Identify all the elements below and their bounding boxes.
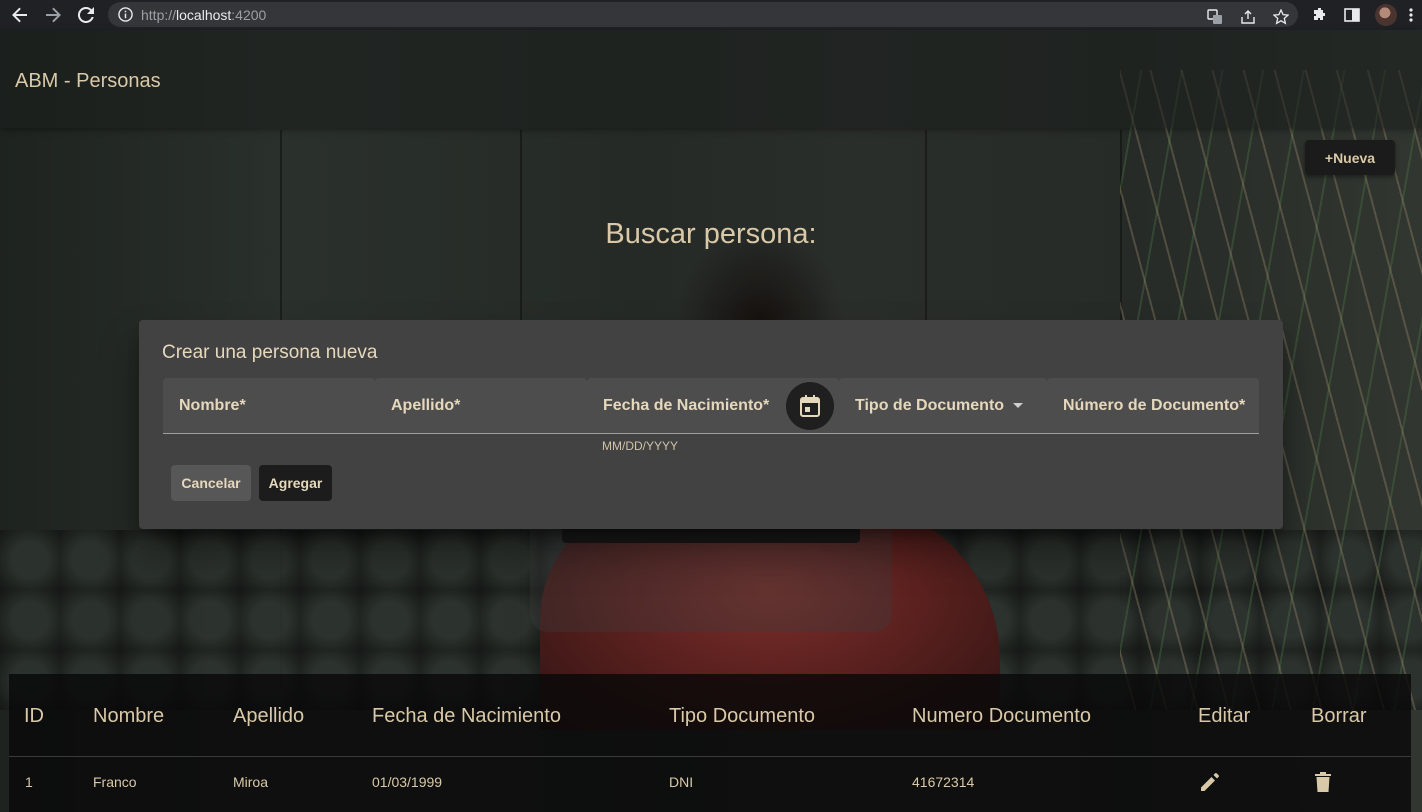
header-tipo: Tipo Documento xyxy=(669,705,815,727)
cell-fecha: 01/03/1999 xyxy=(372,774,443,790)
calendar-toggle-button[interactable] xyxy=(786,382,834,430)
cell-apellido: Miroa xyxy=(233,774,269,790)
add-button[interactable]: Agregar xyxy=(259,465,332,501)
person-form: Nombre* Apellido* Fecha de Nacimiento* T… xyxy=(163,378,1259,434)
browser-toolbar: http://localhost:4200 xyxy=(0,0,1422,30)
header-apellido: Apellido xyxy=(233,705,305,727)
date-format-hint: MM/DD/YYYY xyxy=(602,439,679,453)
table-header: ID Nombre Apellido Fecha de Nacimiento T… xyxy=(9,674,1411,757)
cell-id: 1 xyxy=(25,774,33,790)
chevron-down-icon xyxy=(1013,403,1023,408)
cell-tipo: DNI xyxy=(669,774,694,790)
fecha-nacimiento-field[interactable]: Fecha de Nacimiento* xyxy=(587,378,839,433)
calendar-icon xyxy=(800,395,820,417)
translate-icon[interactable] xyxy=(1204,6,1226,28)
extensions-icon[interactable] xyxy=(1309,4,1331,26)
url-text: http://localhost:4200 xyxy=(141,7,267,23)
info-icon[interactable] xyxy=(118,7,133,22)
new-person-button[interactable]: +Nueva xyxy=(1305,140,1395,175)
address-bar[interactable]: http://localhost:4200 xyxy=(108,2,1298,27)
apellido-label: Apellido* xyxy=(391,397,461,414)
tipo-documento-select[interactable]: Tipo de Documento xyxy=(839,378,1047,433)
table-row: 1 Franco Miroa 01/03/1999 DNI 41672314 xyxy=(9,757,1411,812)
numero-documento-field[interactable]: Número de Documento* xyxy=(1047,378,1259,433)
header-borrar: Borrar xyxy=(1311,705,1367,727)
side-panel-icon[interactable] xyxy=(1341,4,1363,26)
header-numero: Numero Documento xyxy=(912,705,1091,727)
pencil-icon xyxy=(1201,773,1219,791)
share-icon[interactable] xyxy=(1237,6,1259,28)
back-icon[interactable] xyxy=(9,4,31,26)
header-id: ID xyxy=(24,705,44,727)
cell-nombre: Franco xyxy=(93,774,137,790)
bookmark-star-icon[interactable] xyxy=(1270,6,1292,28)
delete-button[interactable] xyxy=(1310,769,1336,795)
trash-icon xyxy=(1315,772,1331,792)
app-toolbar: ABM - Personas xyxy=(0,30,1422,128)
cancel-button[interactable]: Cancelar xyxy=(171,465,251,501)
search-heading: Buscar persona: xyxy=(605,218,817,250)
edit-button[interactable] xyxy=(1197,769,1223,795)
nombre-field[interactable]: Nombre* xyxy=(163,378,375,433)
reload-icon[interactable] xyxy=(75,4,97,26)
cell-numero: 41672314 xyxy=(912,774,975,790)
tipo-documento-label: Tipo de Documento xyxy=(855,397,1005,414)
forward-icon[interactable] xyxy=(42,4,64,26)
header-nombre: Nombre xyxy=(93,705,165,727)
fecha-nacimiento-label: Fecha de Nacimiento* xyxy=(603,397,770,414)
create-person-dialog: Crear una persona nueva Nombre* Apellido… xyxy=(139,320,1283,529)
app-title: ABM - Personas xyxy=(15,70,161,92)
profile-avatar[interactable] xyxy=(1375,4,1397,26)
header-fecha: Fecha de Nacimiento xyxy=(372,705,561,727)
nombre-label: Nombre* xyxy=(179,397,246,414)
header-editar: Editar xyxy=(1198,705,1251,727)
apellido-field[interactable]: Apellido* xyxy=(375,378,587,433)
persons-table: ID Nombre Apellido Fecha de Nacimiento T… xyxy=(9,674,1411,812)
dialog-title: Crear una persona nueva xyxy=(162,342,378,363)
menu-dots-icon[interactable] xyxy=(1400,4,1422,26)
numero-documento-label: Número de Documento* xyxy=(1063,397,1246,414)
